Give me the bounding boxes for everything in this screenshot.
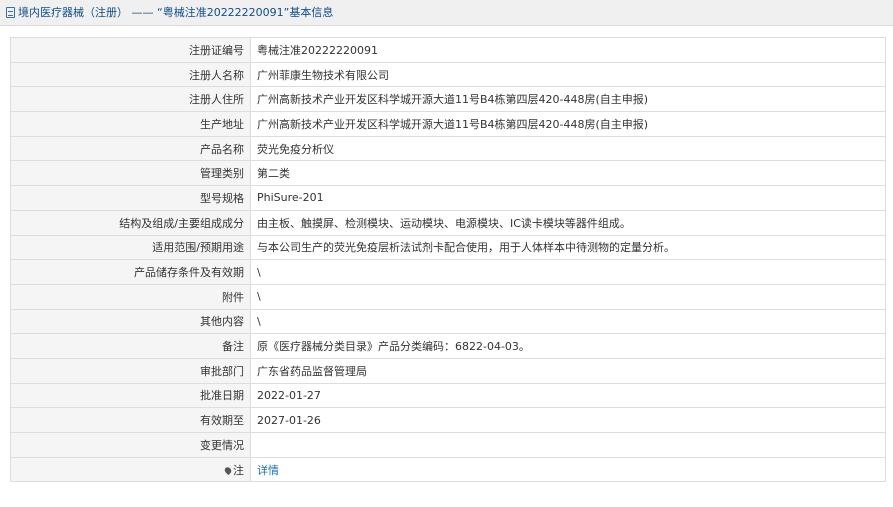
row-label-registrant-name: 注册人名称	[10, 61, 251, 88]
row-value-registrant-address: 广州高新技术产业开发区科学城开源大道11号B4栋第四层420-448房(自主申报…	[250, 86, 886, 113]
row-value-production-address: 广州高新技术产业开发区科学城开源大道11号B4栋第四层420-448房(自主申报…	[250, 111, 886, 137]
row-label-valid-until: 有效期至	[10, 407, 251, 433]
table-row: 有效期至 2027-01-26	[10, 407, 886, 433]
row-value-change-status	[250, 432, 886, 458]
row-label-registration-number: 注册证编号	[10, 37, 251, 63]
table-row: 产品名称 荧光免疫分析仪	[10, 135, 886, 162]
row-value-model-spec: PhiSure-201	[250, 185, 886, 211]
table-row: 注册证编号 粤械注准20222220091	[10, 37, 886, 63]
table-row: 管理类别 第二类	[10, 160, 886, 187]
detail-table: 注册证编号 粤械注准20222220091 注册人名称 广州菲康生物技术有限公司…	[10, 37, 886, 483]
row-label-product-name: 产品名称	[10, 135, 251, 162]
row-label-management-class: 管理类别	[10, 160, 251, 187]
row-value-management-class: 第二类	[250, 160, 886, 187]
table-row: 备注 原《医疗器械分类目录》产品分类编码：6822-04-03。	[10, 333, 886, 359]
row-label-change-status: 变更情况	[10, 432, 251, 458]
table-row: 结构及组成/主要组成成分 由主板、触摸屏、检测模块、运动模块、电源模块、IC读卡…	[10, 209, 886, 236]
row-label-model-spec: 型号规格	[10, 185, 251, 211]
table-row: 注册人住所 广州高新技术产业开发区科学城开源大道11号B4栋第四层420-448…	[10, 86, 886, 113]
table-row: 适用范围/预期用途 与本公司生产的荧光免疫层析法试剂卡配合使用，用于人体样本中待…	[10, 234, 886, 261]
document-icon	[6, 7, 15, 18]
table-row: 附件 \	[10, 283, 886, 310]
row-value-registration-number: 粤械注准20222220091	[250, 37, 886, 63]
table-row: 产品储存条件及有效期 \	[10, 259, 886, 285]
row-label-approval-date: 批准日期	[10, 382, 251, 409]
table-row: 其他内容 \	[10, 308, 886, 335]
table-row: 注 详情	[10, 456, 886, 483]
row-value-structure-composition: 由主板、触摸屏、检测模块、运动模块、电源模块、IC读卡模块等器件组成。	[250, 209, 886, 236]
row-value-intended-use: 与本公司生产的荧光免疫层析法试剂卡配合使用，用于人体样本中待测物的定量分析。	[250, 234, 886, 261]
row-value-other-content: \	[250, 308, 886, 335]
row-label-intended-use: 适用范围/预期用途	[10, 234, 251, 261]
row-value-registrant-name: 广州菲康生物技术有限公司	[250, 61, 886, 88]
row-label-storage-validity: 产品储存条件及有效期	[10, 259, 251, 285]
row-label-structure-composition: 结构及组成/主要组成成分	[10, 209, 251, 236]
row-value-remarks: 原《医疗器械分类目录》产品分类编码：6822-04-03。	[250, 333, 886, 359]
row-label-registrant-address: 注册人住所	[10, 86, 251, 113]
row-value-storage-validity: \	[250, 259, 886, 285]
row-label-remarks: 备注	[10, 333, 251, 359]
row-label-note: 注	[10, 456, 251, 483]
table-row: 注册人名称 广州菲康生物技术有限公司	[10, 61, 886, 88]
table-row: 审批部门 广东省药品监督管理局	[10, 357, 886, 384]
row-value-valid-until: 2027-01-26	[250, 407, 886, 433]
row-value-approval-department: 广东省药品监督管理局	[250, 357, 886, 384]
table-row: 生产地址 广州高新技术产业开发区科学城开源大道11号B4栋第四层420-448房…	[10, 111, 886, 137]
pin-icon	[223, 465, 233, 475]
table-row: 变更情况	[10, 432, 886, 458]
table-row: 型号规格 PhiSure-201	[10, 185, 886, 211]
row-label-other-content: 其他内容	[10, 308, 251, 335]
details-link[interactable]: 详情	[257, 464, 279, 477]
row-label-attachment: 附件	[10, 283, 251, 310]
page-title-bar: 境内医疗器械（注册） —— “粤械注准20222220091”基本信息	[0, 0, 893, 26]
row-value-note: 详情	[250, 456, 886, 483]
page-title: 境内医疗器械（注册） —— “粤械注准20222220091”基本信息	[18, 6, 334, 19]
row-label-production-address: 生产地址	[10, 111, 251, 137]
row-label-approval-department: 审批部门	[10, 357, 251, 384]
row-value-attachment: \	[250, 283, 886, 310]
note-label: 注	[233, 463, 244, 477]
row-value-approval-date: 2022-01-27	[250, 382, 886, 409]
table-row: 批准日期 2022-01-27	[10, 382, 886, 409]
row-value-product-name: 荧光免疫分析仪	[250, 135, 886, 162]
